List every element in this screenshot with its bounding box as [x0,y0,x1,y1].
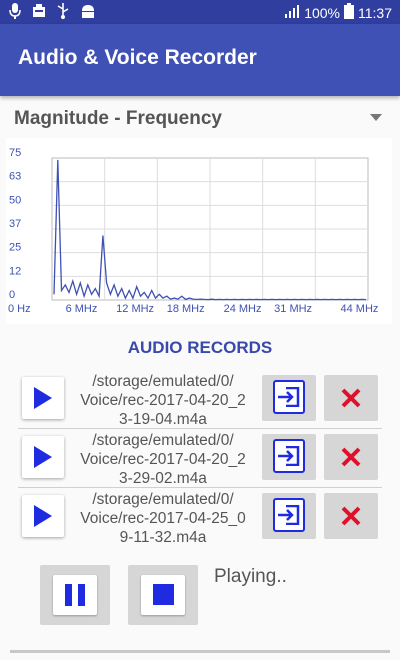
export-icon [278,505,300,525]
x-tick-label: 12 MHz [116,303,154,315]
chart-type-spinner[interactable]: Magnitude - Frequency [0,100,400,136]
app-title: Audio & Voice Recorder [18,46,257,69]
share-button[interactable] [262,434,316,480]
x-tick-label: 0 Hz [8,303,31,315]
y-tick-label: 63 [9,171,21,183]
close-icon [341,506,361,526]
play-button[interactable] [22,436,64,478]
record-path: /storage/emulated/0/ Voice/rec-2017-04-2… [80,373,246,428]
y-tick-label: 0 [9,289,15,301]
divider [18,487,382,488]
y-tick-label: 25 [9,242,21,254]
record-item: /storage/emulated/0/ Voice/rec-2017-04-2… [18,372,382,428]
close-icon [341,388,361,408]
clock: 11:37 [358,4,392,21]
play-icon [34,446,52,468]
x-tick-label: 18 MHz [167,303,205,315]
y-tick-label: 12 [9,265,21,277]
record-path: /storage/emulated/0/ Voice/rec-2017-04-2… [80,432,246,487]
record-item: /storage/emulated/0/ Voice/rec-2017-04-2… [18,490,382,546]
play-button[interactable] [22,377,64,419]
player-status: Playing.. [214,566,287,587]
export-icon [278,446,300,466]
app-bar: Audio & Voice Recorder [0,24,400,96]
delete-button[interactable] [324,434,378,480]
delete-button[interactable] [324,375,378,421]
notification-icon [32,3,46,19]
dropdown-arrow-icon [370,114,382,121]
y-tick-label: 75 [9,147,21,159]
record-item: /storage/emulated/0/ Voice/rec-2017-04-2… [18,431,382,487]
bottom-divider [10,650,390,653]
play-icon [34,505,52,527]
record-path: /storage/emulated/0/ Voice/rec-2017-04-2… [80,491,246,546]
share-button[interactable] [262,375,316,421]
divider [18,428,382,429]
pause-button[interactable] [40,565,110,625]
battery-icon [344,3,354,22]
play-button[interactable] [22,495,64,537]
status-bar: 100% 11:37 [0,0,400,24]
x-tick-label: 24 MHz [224,303,262,315]
x-tick-label: 31 MHz [274,303,312,315]
stop-icon [153,584,174,605]
mic-icon [8,3,22,19]
stop-button[interactable] [128,565,198,625]
chart-svg: 75 63 50 37 25 12 0 0 Hz 6 MHz 12 MHz 18 MHz 24 MHz… [8,147,379,315]
close-icon [341,447,361,467]
y-tick-label: 37 [9,218,21,230]
y-tick-label: 50 [9,194,21,206]
delete-button[interactable] [324,493,378,539]
usb-icon [56,3,70,19]
x-tick-label: 6 MHz [66,303,98,315]
play-icon [34,387,52,409]
spinner-selected: Magnitude - Frequency [14,108,222,129]
records-section-title: AUDIO RECORDS [127,338,273,357]
battery-percent: 100% [304,4,340,21]
share-button[interactable] [262,493,316,539]
pause-icon [65,584,85,606]
signal-icon [284,4,300,21]
android-icon [80,3,94,19]
export-icon [278,387,300,407]
x-tick-label: 44 MHz [341,303,379,315]
frequency-chart: 75 63 50 37 25 12 0 0 Hz 6 MHz 12 MHz 18 MHz 24 MHz… [6,138,392,324]
